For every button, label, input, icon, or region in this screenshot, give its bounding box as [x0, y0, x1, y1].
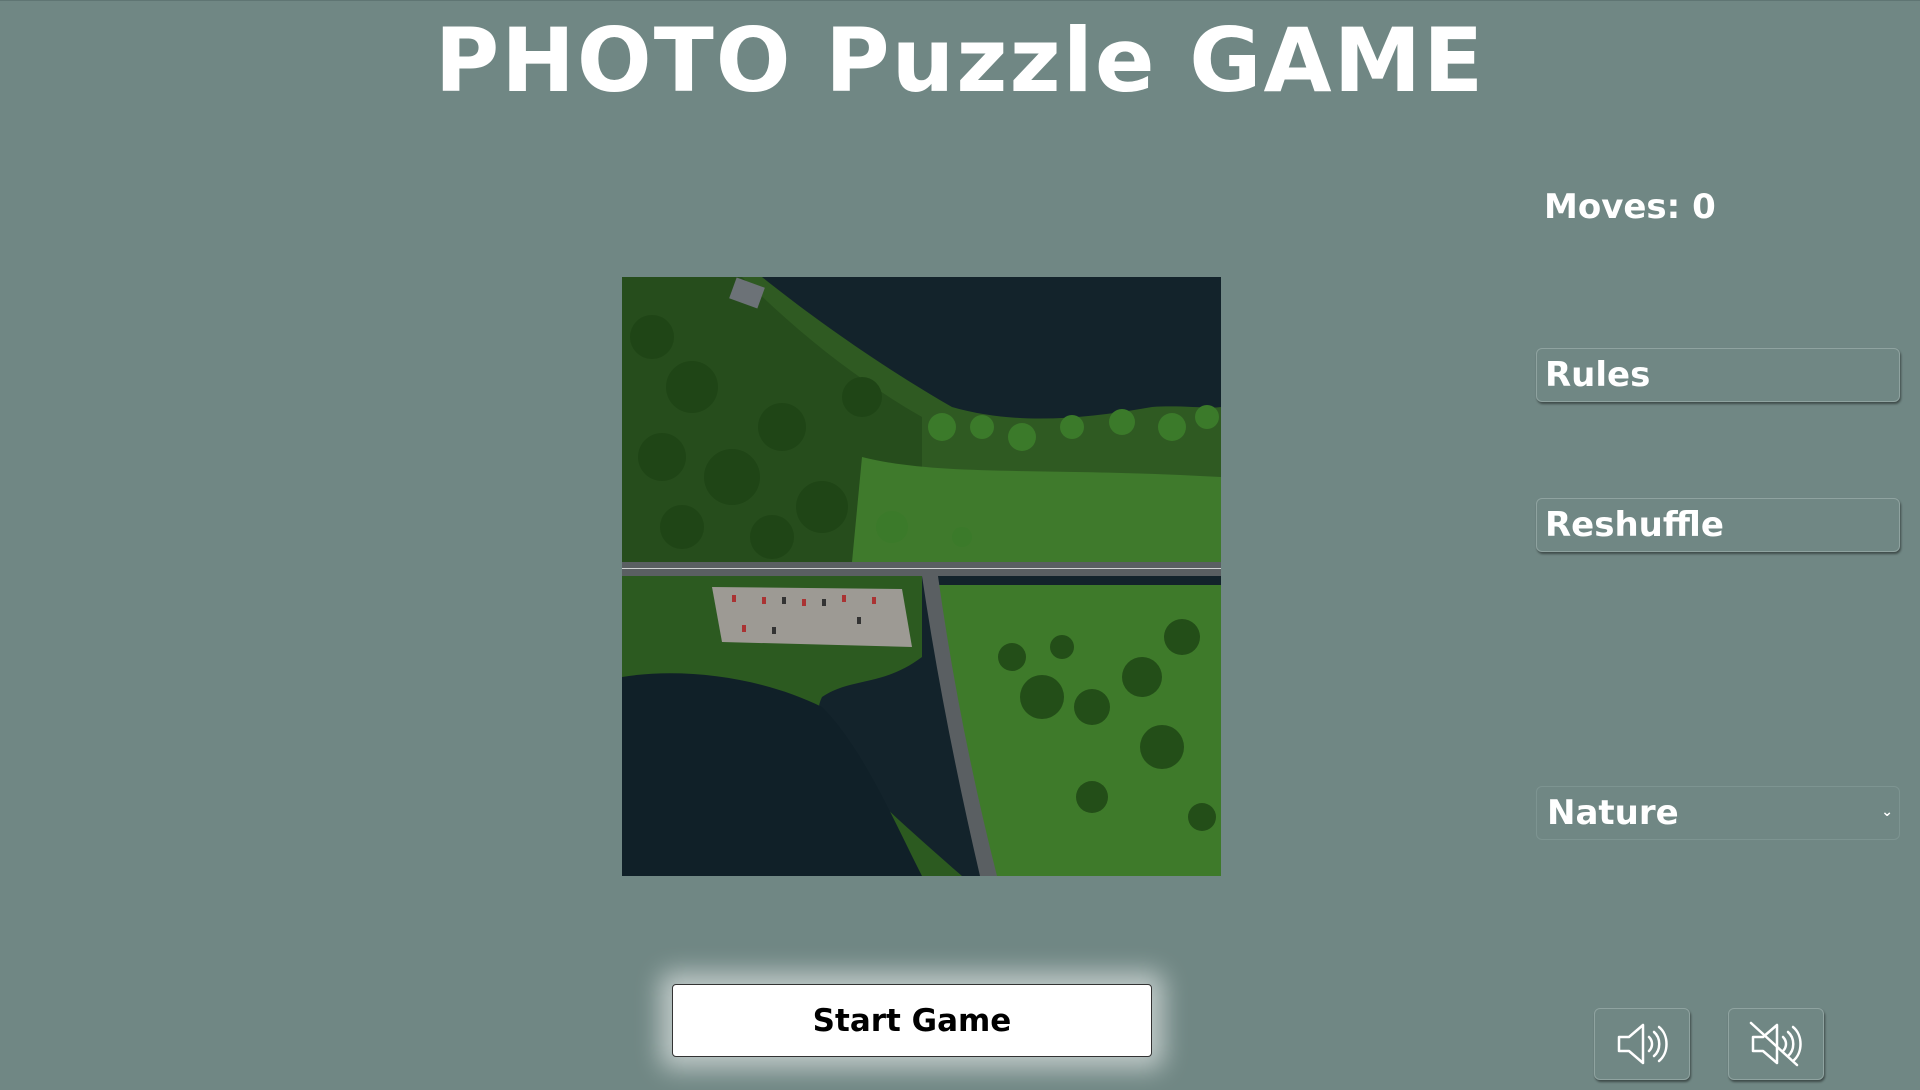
sound-off-button[interactable] [1728, 1008, 1824, 1080]
speaker-on-icon [1617, 1023, 1668, 1065]
start-game-button[interactable]: Start Game [672, 984, 1152, 1057]
category-select[interactable]: Nature ⌄ [1536, 786, 1900, 840]
reshuffle-button[interactable]: Reshuffle [1536, 498, 1900, 552]
game-page: PHOTO Puzzle GAME Moves: 0 Rules Reshuff… [0, 0, 1920, 1090]
moves-counter: Moves: 0 [1544, 187, 1716, 227]
puzzle-image [622, 277, 1221, 876]
sound-on-button[interactable] [1594, 1008, 1690, 1080]
chevron-down-icon: ⌄ [1881, 804, 1893, 820]
speaker-muted-icon [1749, 1021, 1802, 1067]
category-select-value: Nature [1547, 793, 1679, 833]
puzzle-board[interactable] [622, 277, 1221, 876]
rules-button[interactable]: Rules [1536, 348, 1900, 402]
page-title: PHOTO Puzzle GAME [434, 9, 1486, 112]
